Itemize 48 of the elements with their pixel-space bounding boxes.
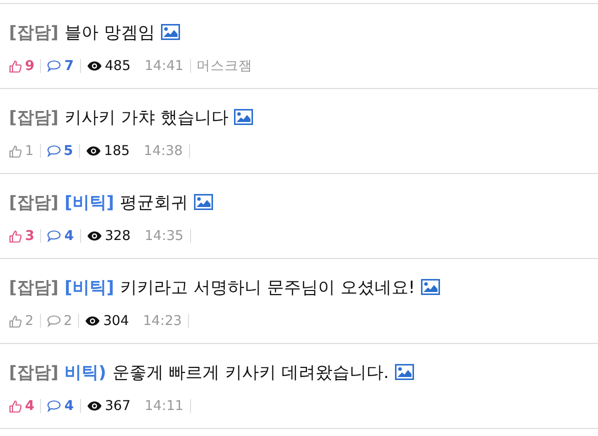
thumbs-up-icon: [9, 400, 22, 412]
tag-label: [비틱]: [64, 192, 114, 214]
category-label: [잡담]: [9, 22, 59, 44]
comment-count: 2: [64, 313, 72, 329]
like-count: 2: [25, 313, 34, 329]
eye-icon: [86, 61, 102, 71]
post-title[interactable]: 운좋게 빠르게 키사키 데려왔습니다.: [112, 360, 389, 384]
view-count: 485: [104, 58, 131, 74]
speech-bubble-icon: [47, 230, 62, 242]
category-label: [잡담]: [9, 106, 59, 128]
post-time: 14:23: [142, 313, 182, 329]
view-count: 367: [104, 398, 131, 414]
like-count: 4: [25, 398, 34, 414]
post-time: 14:38: [144, 143, 183, 159]
category-label: [잡담]: [9, 362, 59, 384]
eye-icon: [86, 401, 102, 411]
thumbs-up-icon: [9, 314, 22, 328]
post-time: 14:35: [144, 228, 184, 244]
comment-count: 7: [64, 58, 74, 74]
category-label: [잡담]: [9, 276, 59, 298]
eye-icon: [86, 146, 101, 156]
view-count: 328: [104, 228, 131, 244]
thumbs-up-icon: [9, 144, 22, 158]
speech-bubble-icon: [46, 145, 61, 157]
like-count: 1: [25, 143, 34, 159]
comment-count: 4: [64, 228, 74, 244]
post-title[interactable]: 키키라고 서명하니 문주님이 오셨네요!: [120, 276, 416, 298]
comment-count: 4: [64, 398, 74, 414]
view-count: 185: [104, 143, 130, 159]
post-title[interactable]: 블아 망겜임: [64, 20, 155, 44]
like-count: 9: [25, 58, 34, 74]
tag-label: 비틱): [64, 362, 106, 384]
post-title[interactable]: 평균회귀: [120, 190, 188, 214]
category-label: [잡담]: [9, 192, 59, 214]
eye-icon: [85, 316, 100, 326]
speech-bubble-icon: [47, 400, 62, 412]
post-time: 14:11: [144, 398, 184, 414]
comment-count: 5: [64, 143, 73, 159]
eye-icon: [86, 231, 102, 241]
view-count: 304: [103, 313, 129, 329]
tag-label: [비틱]: [64, 276, 114, 298]
thumbs-up-icon: [9, 230, 22, 242]
like-count: 3: [25, 228, 34, 244]
thumbs-up-icon: [9, 60, 22, 72]
post-time: 14:41: [144, 58, 184, 74]
post-title[interactable]: 키사키 가챠 했습니다: [64, 106, 228, 128]
speech-bubble-icon: [46, 315, 61, 327]
speech-bubble-icon: [47, 60, 62, 72]
